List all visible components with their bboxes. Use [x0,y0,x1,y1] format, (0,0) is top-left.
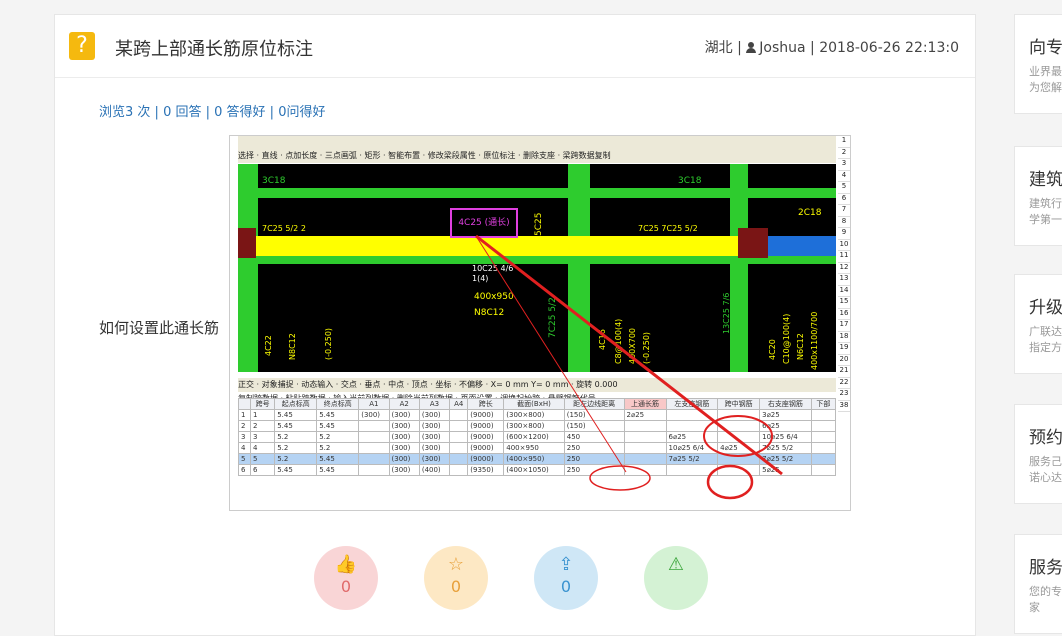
annotation-circle-2 [703,415,773,457]
sidebar-card-desc: 广联达 [1029,325,1062,338]
annotation-arrow-1 [475,234,783,476]
page-title: 某跨上部通长筋原位标注 [115,39,313,60]
row-number: 4 [838,171,850,182]
good-question-count: 0问得好 [278,105,326,120]
question-screenshot[interactable]: 选择 · 直线 · 点加长度 · 三点画弧 · 矩形 · 智能布置 · 修改梁段… [229,135,851,511]
question-stats: 浏览3 次 | 0 回答 | 0 答得好 | 0问得好 [99,105,326,120]
warning-button[interactable]: ⚠ [644,546,708,610]
share-button[interactable]: ⇪ 0 [534,546,598,610]
sidebar-card[interactable]: 升级 广联达 指定方 [1014,274,1062,374]
reaction-count: 0 [340,577,352,596]
row-number: 19 [838,343,850,355]
sidebar-card-desc: 家 [1029,601,1040,614]
row-number: 7 [838,205,850,217]
question-card: ? 某跨上部通长筋原位标注 湖北 | Joshua | 2018-06-26 2… [54,14,976,636]
post-date: 2018-06-26 22:13:0 [819,40,959,56]
sidebar-card-desc: 指定方 [1029,341,1062,354]
star-icon: ☆ [447,554,465,575]
sidebar-card[interactable]: 服务 您的专家 [1014,534,1062,634]
annotation-circle-1 [589,465,651,491]
row-number: 15 [838,297,850,309]
sidebar-card-desc: 业界最 [1029,65,1062,78]
row-number: 10 [838,240,850,251]
sidebar-card-desc: 为您解 [1029,81,1062,94]
thumbs-up-button[interactable]: 👍 0 [314,546,378,610]
row-number: 8 [838,217,850,228]
row-number: 21 [838,366,850,378]
reaction-count: 0 [450,577,462,596]
sidebar-card-desc: 学第一 [1029,213,1062,226]
row-number: 9 [838,228,850,240]
row-number: 11 [838,251,850,263]
row-number: 22 [838,378,850,389]
sidebar-card-desc: 建筑行 [1029,197,1062,210]
question-header: ? 某跨上部通长筋原位标注 湖北 | Joshua | 2018-06-26 2… [55,15,975,78]
row-number: 23 [838,389,850,401]
row-number: 5 [838,182,850,194]
row-number-column: 1 2 3 4 5 6 7 8 9 10 11 12 13 14 15 16 17 18 19 20 21 22 23 38 [838,136,850,510]
sidebar-card[interactable]: 建筑 建筑行 学第一 [1014,146,1062,246]
thumbs-up-icon: 👍 [334,554,358,575]
user-icon [746,42,757,53]
question-mark-icon: ? [69,32,95,60]
row-number: 16 [838,309,850,320]
row-number: 38 [838,401,850,412]
annotation-circle-3 [706,464,754,500]
row-number: 17 [838,320,850,332]
row-number: 18 [838,332,850,343]
sidebar-card-desc: 服务己 [1029,455,1062,468]
sidebar-card-title: 预约 [1029,428,1062,448]
author-link[interactable]: Joshua [759,40,805,56]
reaction-count: 0 [560,577,572,596]
row-number: 14 [838,286,850,297]
row-number: 1 [838,136,850,148]
region-label: 湖北 [704,40,733,56]
share-icon: ⇪ [558,554,574,575]
sidebar-card-desc: 您的专 [1029,585,1062,598]
sidebar-card[interactable]: 向专 业界最 为您解 [1014,14,1062,114]
question-text: 如何设置此通长筋 [99,319,220,337]
annotation-overlay [475,234,783,500]
question-meta: 湖北 | Joshua | 2018-06-26 22:13:0 [704,40,959,56]
sidebar-card[interactable]: 预约 服务己 诺心达 [1014,404,1062,504]
row-number: 13 [838,274,850,286]
views-count: 浏览3 次 [99,105,151,120]
annotation-arrow-2 [475,235,627,473]
row-number: 6 [838,194,850,205]
row-number: 20 [838,355,850,366]
warning-icon: ⚠ [667,554,685,575]
good-answers-count: 0 答得好 [214,105,266,120]
sidebar-card-title: 服务 [1029,558,1062,578]
sidebar-card-title: 建筑 [1029,170,1062,190]
sidebar-card-desc: 诺心达 [1029,471,1062,484]
star-button[interactable]: ☆ 0 [424,546,488,610]
answers-count: 0 回答 [163,105,202,120]
row-number: 12 [838,263,850,274]
row-number: 3 [838,159,850,171]
row-number: 2 [838,148,850,159]
sidebar-card-title: 升级 [1029,298,1062,318]
sidebar-card-title: 向专 [1029,38,1062,58]
